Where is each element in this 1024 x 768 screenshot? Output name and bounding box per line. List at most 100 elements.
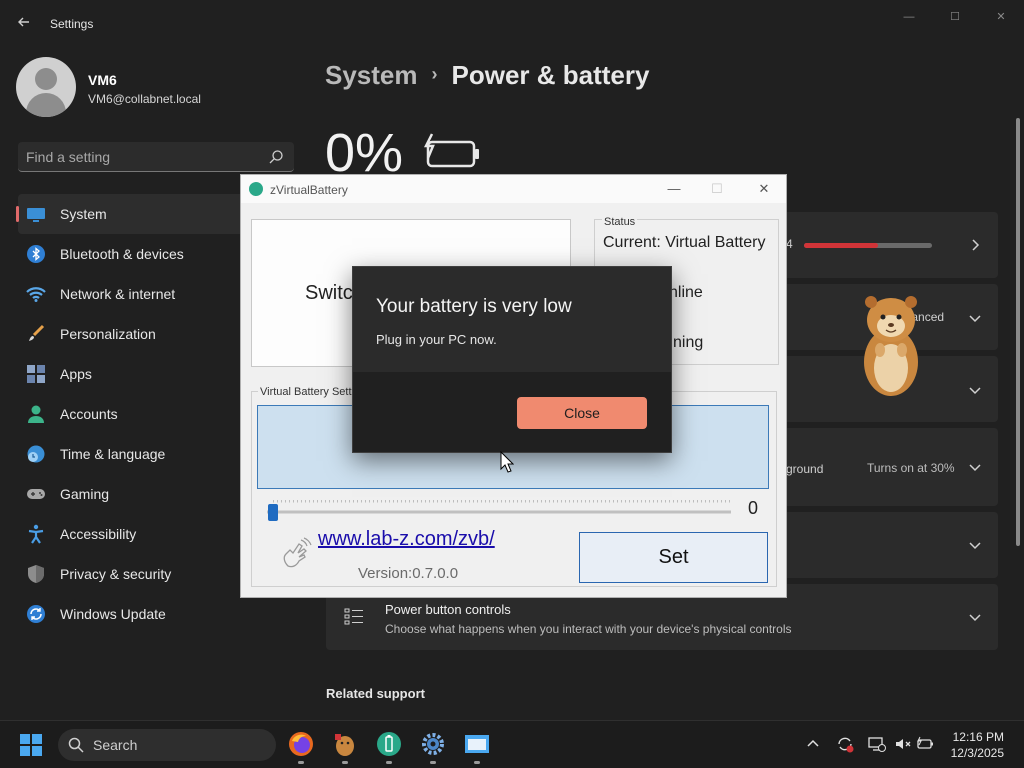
taskbar: Search 12:16 PM 12/3/2025 (0, 720, 1024, 768)
windows-start-icon[interactable] (20, 734, 42, 756)
battery-usage-bar (804, 243, 932, 248)
network-disconnected-icon[interactable] (868, 735, 886, 753)
zvb-logo-icon (249, 182, 263, 196)
running-indicator (474, 761, 480, 764)
sync-alert-icon[interactable] (836, 735, 854, 753)
back-arrow-icon[interactable] (14, 14, 34, 34)
hamster-app-icon[interactable] (332, 731, 358, 757)
set-button[interactable]: Set (579, 532, 768, 583)
maximize-button[interactable]: ☐ (940, 8, 970, 26)
sidebar-item-label: Windows Update (60, 606, 166, 622)
system-icon (27, 208, 45, 222)
zvb-close-button[interactable]: ✕ (749, 179, 779, 199)
person-icon (28, 405, 44, 423)
dialog-title: Your battery is very low (376, 296, 572, 317)
taskbar-search-label: Search (93, 737, 138, 753)
power-button-title: Power button controls (385, 602, 511, 617)
close-window-button[interactable]: ✕ (986, 8, 1016, 26)
dialog-footer: Close (353, 372, 671, 452)
chevron-down-icon (969, 542, 981, 550)
breadcrumb: System › Power & battery (325, 60, 649, 91)
settings-search[interactable] (18, 142, 294, 172)
sidebar-item-label: Bluetooth & devices (60, 246, 184, 262)
volume-muted-icon[interactable] (894, 735, 912, 753)
gamepad-icon (27, 489, 45, 499)
taskbar-search[interactable]: Search (58, 729, 276, 761)
usage-label-fragment: 4 (786, 237, 793, 251)
scrollbar[interactable] (1016, 118, 1020, 546)
battery-usage-fill (804, 243, 879, 248)
status-line-3: ning (673, 334, 704, 351)
low-battery-dialog: Your battery is very low Plug in your PC… (352, 266, 672, 453)
settings-titlebar: Settings — ☐ ✕ (0, 0, 1024, 48)
energy-saver-value: Turns on at 30% (867, 461, 955, 475)
active-indicator (16, 206, 19, 222)
zvirtualbattery-app-icon[interactable] (376, 731, 402, 757)
firefox-icon[interactable] (288, 731, 314, 757)
clock-date[interactable]: 12/3/2025 (951, 746, 1004, 760)
sidebar-item-label: Time & language (60, 446, 166, 462)
related-support-heading: Related support (326, 686, 425, 701)
wifi-icon (26, 287, 46, 302)
sidebar-item-label: Accessibility (60, 526, 137, 542)
bluetooth-icon (27, 245, 45, 263)
chevron-down-icon (969, 614, 981, 622)
slider-value: 0 (748, 498, 759, 518)
battery-charging-icon[interactable] (916, 735, 934, 753)
apps-icon (27, 365, 45, 383)
hand-wave-icon (283, 537, 312, 568)
dialog-message: Plug in your PC now. (376, 332, 497, 347)
chevron-right-icon (972, 239, 980, 251)
clock-time[interactable]: 12:16 PM (953, 730, 1004, 744)
running-indicator (298, 761, 304, 764)
running-indicator (386, 761, 392, 764)
status-line-2: nline (669, 284, 703, 301)
avatar-body (26, 93, 66, 117)
sidebar-item-label: Personalization (60, 326, 156, 342)
user-email: VM6@collabnet.local (88, 92, 201, 106)
sidebar-item-label: Gaming (60, 486, 110, 502)
chevron-down-icon (969, 387, 981, 395)
sidebar-item-label: Accounts (60, 406, 118, 422)
brush-icon (29, 324, 45, 341)
charging-battery-icon (423, 133, 479, 168)
chevron-down-icon (969, 464, 981, 472)
lab-z-link[interactable]: www.lab-z.com/zvb/ (318, 528, 495, 551)
chevron-down-icon (969, 315, 981, 323)
zvb-minimize-button[interactable]: — (659, 179, 689, 199)
search-icon (68, 737, 84, 753)
minimize-button[interactable]: — (894, 8, 924, 26)
breadcrumb-parent[interactable]: System (325, 60, 418, 90)
accessibility-icon (28, 524, 44, 544)
user-name: VM6 (88, 72, 117, 88)
clock-globe-icon (27, 445, 45, 463)
search-input[interactable] (26, 147, 256, 167)
search-icon (269, 150, 283, 164)
virtual-battery-settings-legend: Virtual Battery Settin (258, 386, 363, 398)
list-settings-icon (344, 608, 363, 625)
running-indicator (342, 761, 348, 764)
avatar[interactable] (16, 57, 76, 117)
switch-label: Switc (305, 282, 353, 304)
sidebar-item-label: System (60, 206, 107, 222)
dialog-close-button[interactable]: Close (517, 397, 647, 429)
chevron-up-icon[interactable] (804, 735, 822, 753)
mouse-cursor-icon (500, 451, 514, 473)
avatar-head (35, 68, 57, 90)
settings-gear-icon[interactable] (420, 731, 446, 757)
energy-saver-fragment: ground (786, 462, 824, 476)
hamster-pet-image[interactable] (856, 290, 926, 400)
zvb-maximize-button: ☐ (711, 181, 723, 196)
status-legend: Status (602, 216, 638, 228)
page-title: Power & battery (451, 60, 650, 90)
shield-icon (28, 565, 44, 583)
sidebar-item-label: Privacy & security (60, 566, 172, 582)
window-app-icon[interactable] (464, 731, 490, 757)
sidebar-item-windows-update[interactable]: Windows Update (18, 594, 294, 634)
zvb-titlebar[interactable]: zVirtualBattery — ☐ ✕ (241, 175, 786, 203)
sidebar-item-label: Apps (60, 366, 92, 382)
sidebar-item-label: Network & internet (60, 286, 176, 302)
breadcrumb-separator: › (431, 64, 438, 84)
power-button-subtitle: Choose what happens when you interact wi… (385, 622, 792, 636)
battery-level-slider[interactable] (267, 500, 731, 524)
